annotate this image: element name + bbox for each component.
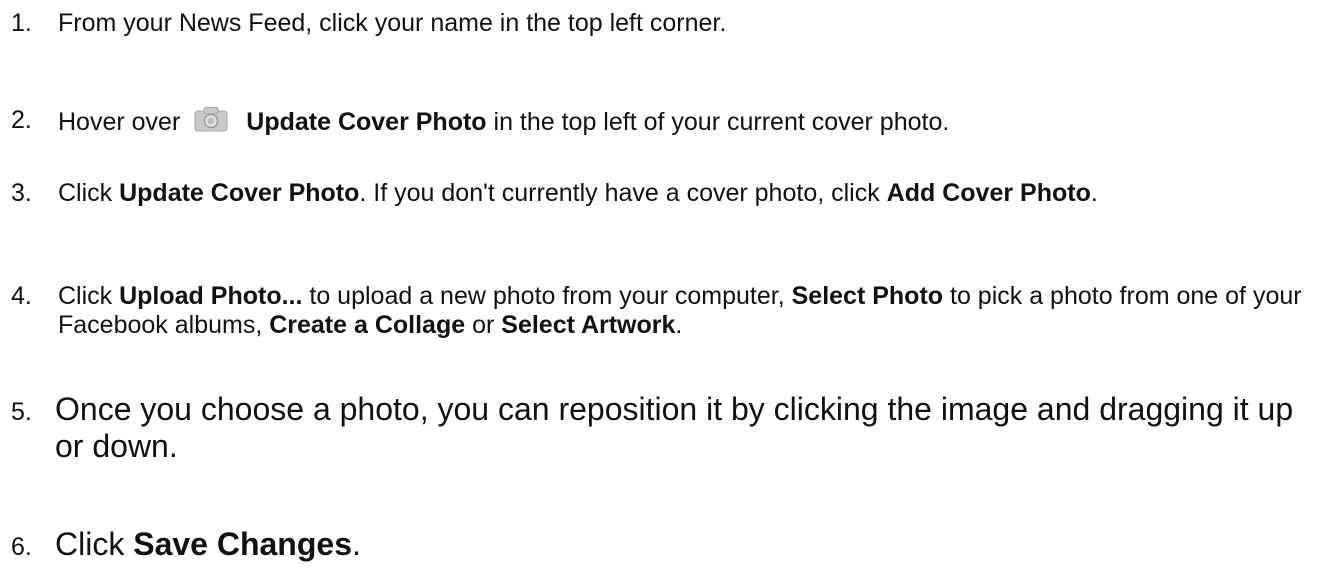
step-1: 1. From your News Feed, click your name … [8,9,1334,38]
step-5: 5. Once you choose a photo, you can repo… [8,391,1334,465]
step-2: 2. Hover over Update Cover Photo in the t… [8,106,1334,137]
step-number: 5. [11,398,32,426]
step-number: 6. [11,533,32,561]
step-6: 6. Click Save Changes. [8,526,1334,566]
step-text: Click Save Changes. [55,526,361,562]
step-number: 1. [11,9,32,37]
bold-save-changes: Save Changes [133,526,352,562]
step-number: 3. [11,179,32,207]
step-text: Once you choose a photo, you can reposit… [55,391,1294,464]
step-text: From your News Feed, click your name in … [58,9,727,37]
step-text: Click Upload Photo... to upload a new ph… [58,282,1302,339]
instruction-list: 1. From your News Feed, click your name … [0,0,1334,578]
camera-icon [194,106,228,132]
step-text: Click Update Cover Photo. If you don't c… [58,179,1098,207]
step-4: 4. Click Upload Photo... to upload a new… [8,282,1334,340]
step-number: 4. [11,282,32,310]
step-3: 3. Click Update Cover Photo. If you don'… [8,179,1334,208]
bold-update-cover-photo: Update Cover Photo [246,108,487,136]
step-text: Hover over Update Cover Photo in the top … [58,106,950,136]
step-number: 2. [11,106,32,134]
